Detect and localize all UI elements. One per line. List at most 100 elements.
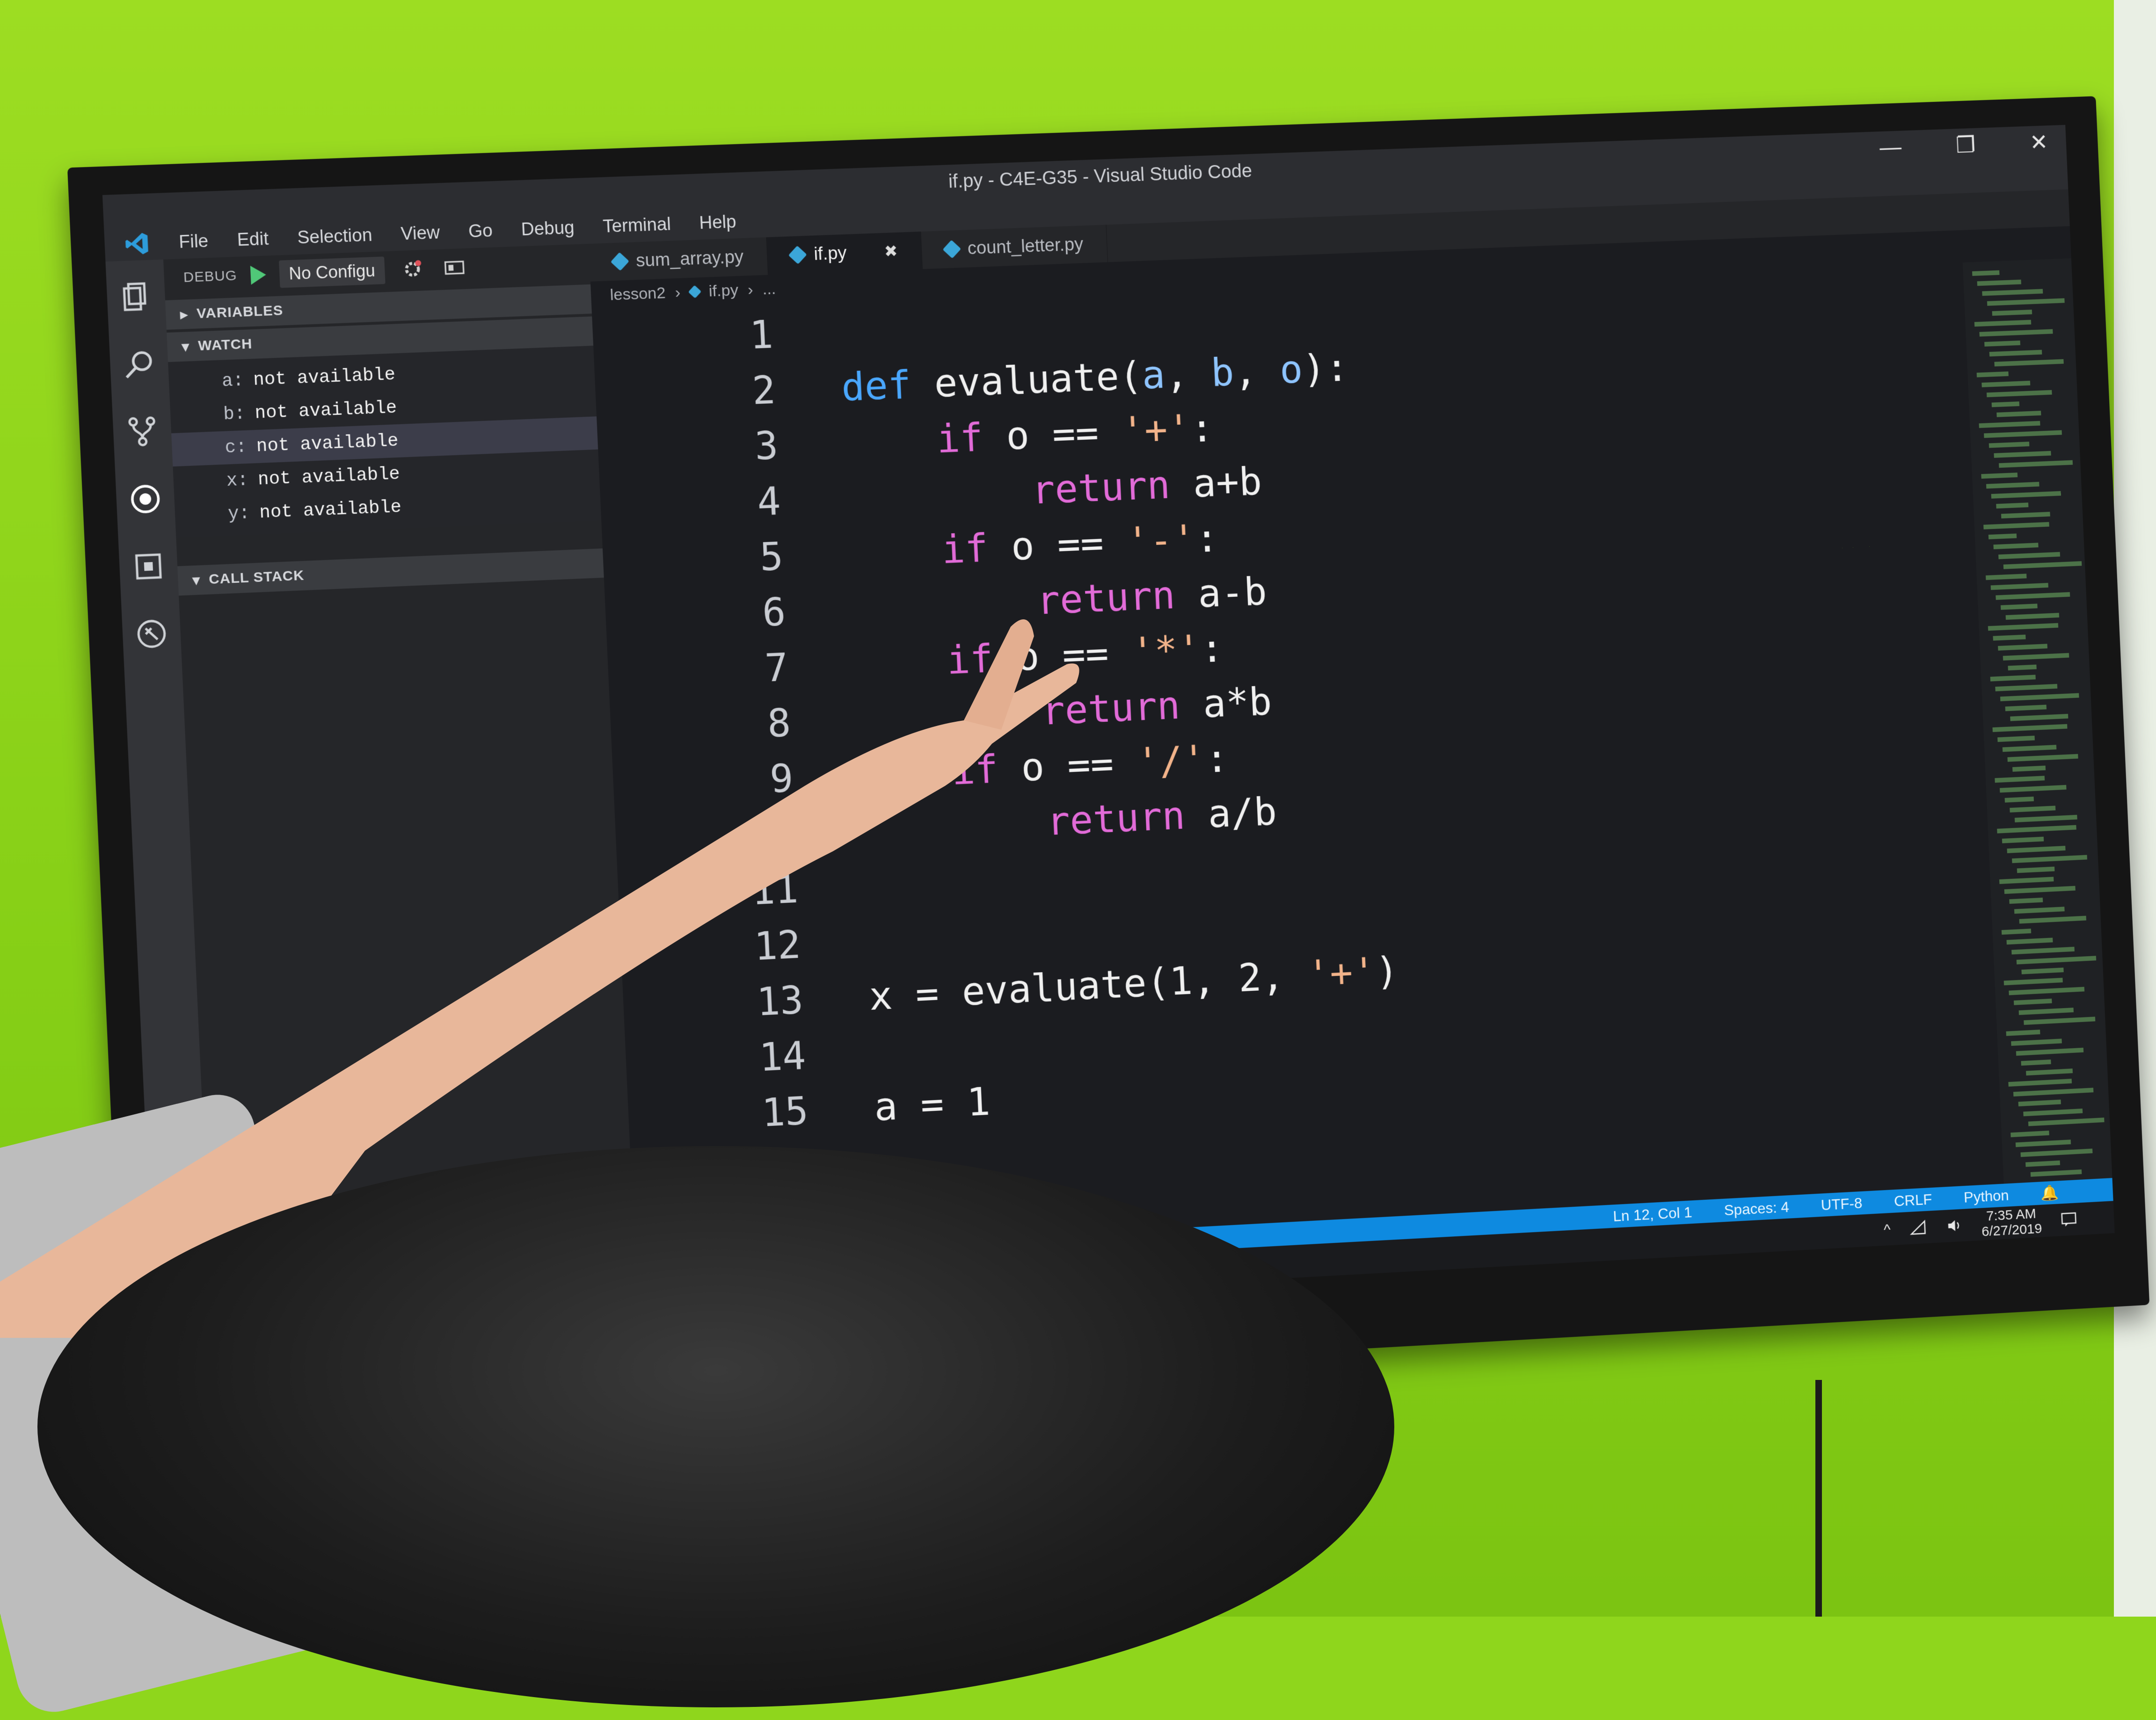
- menu-terminal[interactable]: Terminal: [602, 214, 671, 237]
- notifications-icon[interactable]: [2060, 1210, 2078, 1229]
- minimap-line: [2012, 855, 2087, 864]
- line-number: 10: [615, 808, 862, 864]
- code-token: x = evaluate(1, 2,: [868, 953, 1308, 1019]
- minimap-line: [2018, 1100, 2061, 1107]
- minimize-button[interactable]: —: [1879, 134, 1902, 161]
- status-indentation[interactable]: Spaces: 4: [1724, 1198, 1790, 1219]
- line-number: 14: [625, 1030, 873, 1087]
- code-token: return: [1046, 792, 1209, 844]
- code-editor[interactable]: 1 2 def evaluate(a, b, o): 3 if o == '+':4 …: [592, 262, 2004, 1257]
- watch-name: y:: [227, 503, 250, 525]
- code-token: [848, 528, 943, 576]
- status-language[interactable]: Python: [1963, 1186, 2009, 1206]
- start-debugging-icon[interactable]: [250, 265, 267, 285]
- status-cursor-position[interactable]: Ln 12, Col 1: [1613, 1204, 1693, 1225]
- minimap-line: [2021, 1060, 2051, 1066]
- vscode-logo-icon: [124, 231, 151, 257]
- bell-icon[interactable]: 🔔: [2040, 1183, 2059, 1202]
- search-icon[interactable]: [121, 346, 157, 382]
- minimap-line: [1988, 623, 2058, 631]
- breadcrumb-more[interactable]: ...: [762, 280, 776, 298]
- minimap-line: [1999, 877, 2054, 884]
- code-token: a*b: [1202, 679, 1273, 726]
- extensions-icon[interactable]: [131, 549, 167, 584]
- menu-debug[interactable]: Debug: [521, 218, 575, 240]
- network-icon[interactable]: [1908, 1218, 1928, 1238]
- code-line[interactable]: 1: [592, 305, 840, 369]
- debug-console-icon[interactable]: [439, 255, 469, 280]
- tab-label: count_letter.py: [967, 234, 1084, 259]
- code-token: :: [1200, 626, 1224, 672]
- chevron-right-icon: ▸: [180, 306, 189, 323]
- code-token: '+': [1121, 407, 1192, 454]
- minimap-line: [1981, 472, 2018, 479]
- restore-button[interactable]: ❐: [1955, 132, 1976, 159]
- code-token: evaluate(: [933, 354, 1143, 406]
- minimap-line: [2016, 1139, 2071, 1147]
- minimap-line: [1981, 381, 2030, 387]
- taskbar-clock[interactable]: 7:35 AM 6/27/2019: [1981, 1206, 2042, 1240]
- minimap-line: [2024, 1016, 2095, 1025]
- minimap-line: [1995, 776, 2045, 783]
- watch-value: not available: [256, 431, 399, 457]
- chevron-down-icon: ▾: [182, 338, 190, 355]
- minimap-line: [2025, 1161, 2060, 1167]
- menu-help[interactable]: Help: [699, 212, 737, 233]
- minimap-line: [2020, 1148, 2092, 1157]
- close-tab-icon[interactable]: ✖: [884, 242, 898, 261]
- tab-sum-array[interactable]: sum_array.py: [589, 237, 768, 282]
- debug-icon[interactable]: [127, 481, 163, 517]
- minimap-line: [1993, 635, 2025, 641]
- code-token: ): [1375, 949, 1399, 994]
- menu-edit[interactable]: Edit: [237, 229, 269, 250]
- minimap-line: [2008, 665, 2036, 671]
- tab-count-letter[interactable]: count_letter.py: [921, 225, 1108, 269]
- code-token: return: [1036, 572, 1199, 624]
- vscode-window: if.py - C4E-G35 - Visual Studio Code — ❐…: [102, 125, 2115, 1340]
- minimap-line: [2017, 867, 2055, 873]
- status-encoding[interactable]: UTF-8: [1821, 1194, 1863, 1213]
- debug-config-select[interactable]: No Configu: [279, 256, 386, 288]
- minimap-line: [1989, 442, 2030, 448]
- minimap-line: [1989, 350, 2042, 356]
- gear-icon[interactable]: [398, 257, 428, 282]
- tray-chevron-up-icon[interactable]: ^: [1883, 1220, 1891, 1238]
- menu-selection[interactable]: Selection: [297, 225, 373, 248]
- breadcrumb-file[interactable]: if.py: [708, 281, 739, 301]
- line-number: 4: [600, 476, 848, 531]
- minimap-line: [1998, 552, 2060, 559]
- editor-area: sum_array.py if.py ✖ count_letter.py les…: [589, 189, 2112, 1257]
- menu-file[interactable]: File: [178, 231, 209, 253]
- breadcrumb-folder[interactable]: lesson2: [610, 283, 666, 304]
- code-token: a-b: [1197, 569, 1267, 617]
- explorer-icon[interactable]: [118, 279, 154, 314]
- menu-go[interactable]: Go: [468, 221, 493, 242]
- watch-value: not available: [257, 464, 400, 490]
- volume-icon[interactable]: [1945, 1216, 1964, 1235]
- line-number: 12: [620, 919, 867, 976]
- menu-view[interactable]: View: [401, 223, 440, 245]
- remote-icon[interactable]: [133, 616, 169, 652]
- minimap-line: [1997, 825, 2076, 834]
- minimap-line: [1994, 451, 2051, 458]
- minimap-line: [2005, 797, 2034, 803]
- code-line[interactable]: 14: [625, 1025, 873, 1092]
- minimap-line: [2015, 815, 2077, 822]
- code-token: ,: [1164, 351, 1212, 397]
- code-line[interactable]: 11: [617, 859, 865, 925]
- source-control-icon[interactable]: [124, 414, 160, 450]
- code-token: [851, 579, 1038, 631]
- monitor-cable: [1815, 1380, 1822, 1617]
- close-button[interactable]: ✕: [2029, 129, 2048, 156]
- minimap-line: [1994, 359, 2063, 367]
- status-eol[interactable]: CRLF: [1894, 1190, 1932, 1210]
- tab-if[interactable]: if.py ✖: [767, 232, 923, 275]
- minimap-line: [2000, 785, 2067, 793]
- watch-name: b:: [223, 404, 246, 425]
- clock-date: 6/27/2019: [1981, 1221, 2043, 1239]
- code-line[interactable]: 12: [620, 914, 868, 980]
- minimap-line: [1991, 583, 2048, 590]
- watch-name: c:: [225, 437, 248, 458]
- minimap-line: [2019, 1008, 2074, 1015]
- code-token: '*': [1130, 627, 1202, 675]
